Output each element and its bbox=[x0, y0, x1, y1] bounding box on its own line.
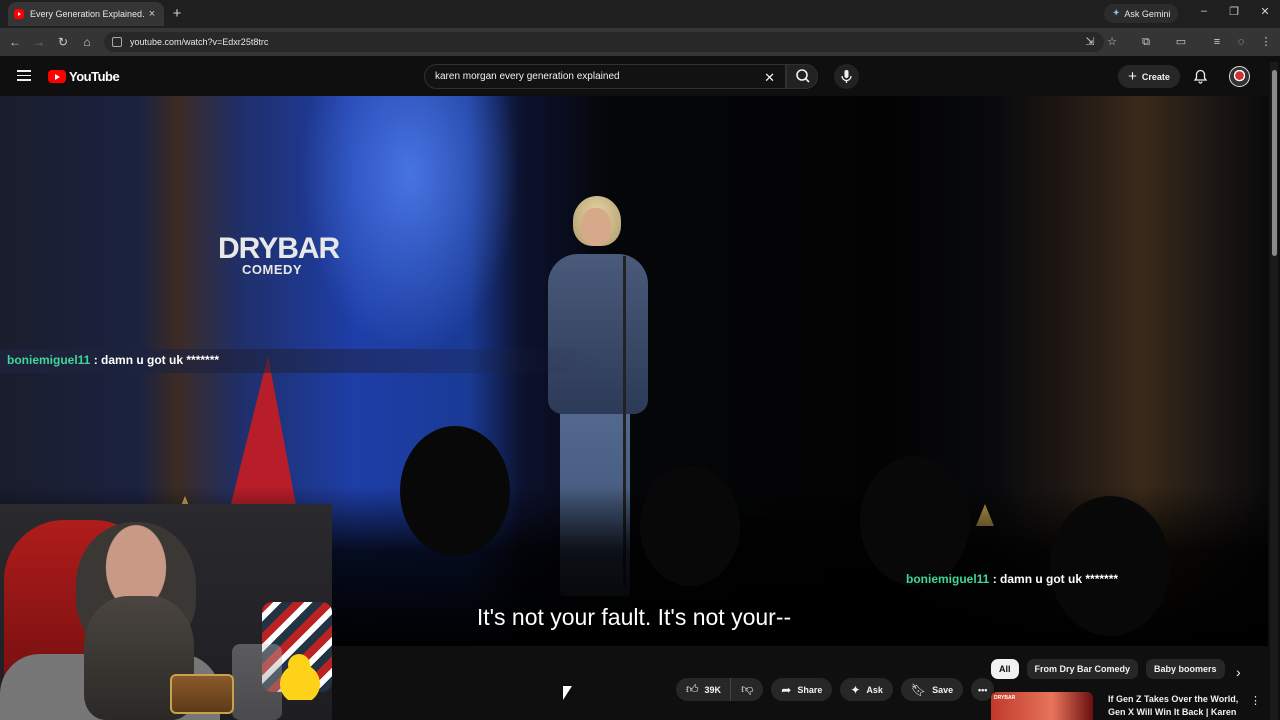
hamburger-menu-icon[interactable] bbox=[17, 70, 31, 81]
cast-icon[interactable]: ▭ bbox=[1174, 35, 1188, 49]
create-label: Create bbox=[1141, 71, 1170, 82]
chat-message: : damn u got uk ******* bbox=[989, 572, 1119, 586]
share-label: Share bbox=[797, 684, 823, 695]
media-controls-icon[interactable]: ≡ bbox=[1210, 35, 1224, 49]
recommended-video-title[interactable]: If Gen Z Takes Over the World, Gen X Wil… bbox=[1108, 693, 1244, 720]
browser-toolbar: ← → ↻ ⌂ youtube.com/watch?v=Edxr25t8trc … bbox=[0, 28, 1280, 56]
bookmark-star-icon[interactable]: ☆ bbox=[1105, 35, 1119, 49]
minimize-button[interactable]: – bbox=[1197, 5, 1211, 17]
tab-title: Every Generation Explained. Ka bbox=[30, 9, 146, 19]
chat-username: boniemiguel11 bbox=[7, 353, 91, 367]
chip-from-dry-bar-comedy[interactable]: From Dry Bar Comedy bbox=[1026, 659, 1139, 679]
bookmark-icon: 🔖︎ bbox=[910, 682, 927, 697]
audience-head bbox=[860, 456, 970, 586]
scrollbar-thumb[interactable] bbox=[1272, 70, 1277, 256]
thumbs-down-icon: 👎︎ bbox=[741, 682, 754, 696]
profile-ring-icon[interactable]: ◌ bbox=[1234, 35, 1248, 49]
chat-username: boniemiguel11 bbox=[906, 572, 990, 586]
like-button[interactable]: 👍︎ 39K bbox=[676, 678, 732, 701]
recommended-video-thumbnail[interactable]: DRYBAR bbox=[991, 692, 1093, 720]
drybar-comedy-logo: DRYBAR COMEDY bbox=[218, 232, 340, 288]
audience-head bbox=[640, 466, 740, 586]
browser-menu-icon[interactable]: ⋮ bbox=[1259, 35, 1273, 49]
save-label: Save bbox=[932, 684, 954, 695]
dislike-button[interactable]: 👎︎ bbox=[731, 678, 764, 701]
close-window-button[interactable]: ✕ bbox=[1258, 5, 1272, 18]
voice-search-button[interactable] bbox=[834, 64, 859, 89]
maximize-button[interactable]: ❐ bbox=[1227, 5, 1241, 18]
search-query-text: karen morgan every generation explained bbox=[435, 71, 620, 82]
ask-gemini-button[interactable]: ✦ Ask Gemini bbox=[1104, 4, 1179, 23]
share-button[interactable]: ➦ Share bbox=[771, 678, 833, 701]
tab-close-icon[interactable]: × bbox=[146, 8, 158, 20]
youtube-header: YouTube karen morgan every generation ex… bbox=[0, 56, 1280, 96]
extensions-puzzle-icon[interactable]: ⧉ bbox=[1139, 35, 1153, 49]
search-button[interactable] bbox=[786, 64, 818, 89]
share-arrow-icon: ➦ bbox=[781, 682, 792, 697]
new-tab-button[interactable]: + bbox=[170, 5, 184, 22]
ask-button[interactable]: ✦ Ask bbox=[840, 678, 893, 701]
chip-baby-boomers[interactable]: Baby boomers bbox=[1146, 659, 1225, 679]
install-app-icon[interactable]: ⇲ bbox=[1083, 35, 1097, 49]
sparkle-icon: ✦ bbox=[850, 682, 861, 697]
site-info-icon[interactable] bbox=[112, 37, 122, 47]
rubber-duck-decoration bbox=[280, 654, 320, 700]
drybar-logo-name: DRYBAR bbox=[218, 232, 340, 265]
mouse-cursor bbox=[563, 686, 572, 700]
search-icon bbox=[796, 69, 810, 83]
gemini-sparkle-icon: ✦ bbox=[1112, 8, 1121, 19]
youtube-play-logo-icon bbox=[48, 70, 66, 83]
streamer-webcam bbox=[0, 504, 332, 720]
ask-label: Ask bbox=[866, 684, 883, 695]
url-text: youtube.com/watch?v=Edxr25t8trc bbox=[130, 37, 269, 47]
chat-message: : damn u got uk ******* bbox=[90, 353, 220, 367]
chevron-right-icon[interactable]: › bbox=[1236, 664, 1241, 680]
youtube-logo-text: YouTube bbox=[69, 69, 120, 84]
plus-icon: + bbox=[1128, 68, 1137, 85]
video-actions-bar: 👍︎ 39K 👎︎ ➦ Share ✦ Ask 🔖︎ Save ••• bbox=[676, 678, 1002, 701]
chat-overlay-bottom: boniemiguel11 : damn u got uk ******* bbox=[906, 572, 1118, 586]
home-icon[interactable]: ⌂ bbox=[79, 34, 95, 50]
microphone-icon bbox=[841, 70, 852, 83]
forward-arrow-icon[interactable]: → bbox=[31, 34, 47, 50]
youtube-favicon-icon bbox=[14, 9, 24, 19]
clear-search-icon[interactable]: ✕ bbox=[764, 70, 775, 86]
browser-tab-strip: Every Generation Explained. Ka × + ✦ Ask… bbox=[0, 0, 1280, 28]
account-avatar[interactable] bbox=[1229, 66, 1250, 87]
youtube-logo[interactable]: YouTube bbox=[48, 69, 120, 84]
audience-head bbox=[400, 426, 510, 556]
ask-gemini-label: Ask Gemini bbox=[1124, 8, 1171, 19]
create-button[interactable]: + Create bbox=[1118, 65, 1180, 88]
like-count: 39K bbox=[704, 684, 722, 695]
search-input[interactable]: karen morgan every generation explained … bbox=[424, 64, 786, 89]
thumbs-up-icon: 👍︎ bbox=[686, 682, 699, 696]
thumbnail-logo-text: DRYBAR bbox=[994, 695, 1016, 701]
browser-tab-active[interactable]: Every Generation Explained. Ka × bbox=[8, 2, 164, 26]
bell-icon[interactable] bbox=[1193, 69, 1208, 84]
save-button[interactable]: 🔖︎ Save bbox=[900, 678, 964, 701]
back-arrow-icon[interactable]: ← bbox=[7, 34, 23, 50]
jar-decoration bbox=[232, 644, 282, 720]
kebab-menu-icon[interactable]: ⋮ bbox=[1250, 694, 1261, 707]
address-bar[interactable]: youtube.com/watch?v=Edxr25t8trc bbox=[104, 32, 1104, 52]
chip-all[interactable]: All bbox=[991, 659, 1019, 679]
reload-icon[interactable]: ↻ bbox=[55, 34, 71, 50]
chat-overlay-top: boniemiguel11 : damn u got uk ******* bbox=[0, 349, 600, 373]
vintage-radio-decoration bbox=[170, 674, 234, 714]
recommendation-filter-chips: All From Dry Bar Comedy Baby boomers bbox=[991, 659, 1233, 679]
stage-spotlight bbox=[300, 96, 520, 356]
